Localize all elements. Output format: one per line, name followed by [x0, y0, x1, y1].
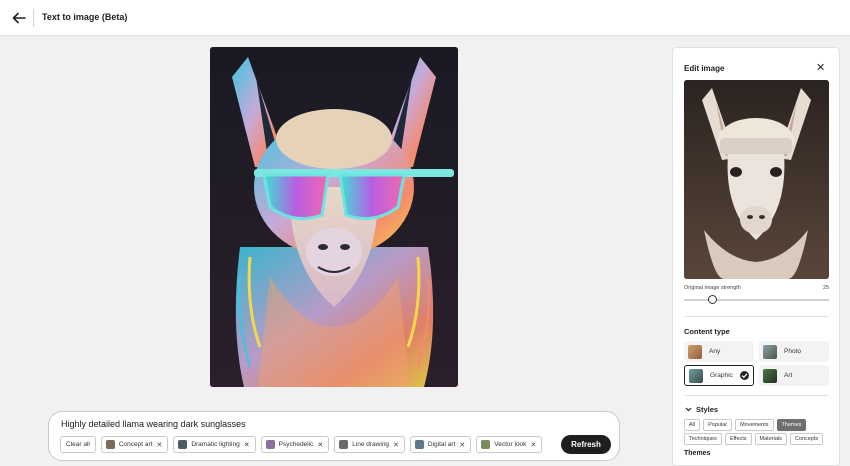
chip-concept-art[interactable]: Concept art ✕ [100, 436, 169, 453]
prompt-bar[interactable]: Highly detailed llama wearing dark sungl… [48, 411, 620, 461]
dramatic-lighting-thumbnail [178, 440, 188, 449]
tab-all[interactable]: All [684, 419, 701, 431]
prompt-input[interactable]: Highly detailed llama wearing dark sungl… [61, 419, 246, 429]
content-type-label: Any [709, 348, 721, 355]
content-type-label: Art [784, 372, 793, 379]
styles-title: Styles [696, 405, 719, 414]
remove-icon[interactable]: ✕ [156, 441, 162, 449]
concept-art-thumbnail [105, 440, 115, 449]
generated-image[interactable] [210, 47, 458, 387]
vector-look-thumbnail [481, 440, 491, 449]
close-icon[interactable]: ✕ [816, 61, 825, 74]
tab-effects[interactable]: Effects [724, 433, 752, 445]
any-thumbnail [688, 344, 702, 359]
content-type-graphic[interactable]: Graphic [684, 365, 754, 386]
chip-label: Dramatic lighting [191, 441, 240, 448]
remove-icon[interactable]: ✕ [244, 441, 250, 449]
remove-icon[interactable]: ✕ [393, 441, 399, 449]
style-tabs-row-1: All Popular Movements Themes [684, 419, 807, 431]
content-type-any[interactable]: Any [684, 341, 754, 362]
themes-section-title: Themes [684, 450, 711, 457]
chip-label: Vector look [494, 441, 527, 448]
tab-materials[interactable]: Materials [754, 433, 787, 445]
photo-thumbnail [763, 344, 777, 359]
psychedelic-thumbnail [265, 440, 275, 449]
line-drawing-thumbnail [339, 440, 349, 449]
top-bar: Text to image (Beta) [0, 0, 850, 36]
reference-image[interactable] [684, 80, 829, 279]
digital-art-thumbnail [414, 440, 424, 449]
chip-psychedelic[interactable]: Psychedelic ✕ [260, 436, 330, 453]
chevron-down-icon [685, 407, 692, 412]
chip-line-drawing[interactable]: Line drawing ✕ [334, 436, 405, 453]
content-type-photo[interactable]: Photo [759, 341, 829, 362]
checkmark-icon [740, 371, 749, 380]
header-divider [33, 9, 34, 27]
back-arrow-icon[interactable] [10, 9, 28, 27]
tab-themes[interactable]: Themes [776, 419, 807, 431]
strength-value: 25 [823, 285, 830, 291]
llama-graphic-illustration [210, 47, 458, 387]
remove-icon[interactable]: ✕ [530, 441, 536, 449]
remove-icon[interactable]: ✕ [317, 441, 323, 449]
chip-dramatic-lighting[interactable]: Dramatic lighting ✕ [173, 436, 256, 453]
graphic-thumbnail [689, 368, 703, 383]
remove-icon[interactable]: ✕ [459, 441, 465, 449]
edit-image-panel: Edit image ✕ Original image strength 25 … [672, 47, 840, 466]
content-type-title: Content type [684, 327, 730, 336]
style-chips: Clear all Concept art ✕ Dramatic lightin… [60, 436, 543, 453]
tab-techniques[interactable]: Techniques [684, 433, 722, 445]
tab-movements[interactable]: Movements [735, 419, 774, 431]
canvas-area: Highly detailed llama wearing dark sungl… [0, 37, 670, 466]
page-title: Text to image (Beta) [42, 12, 128, 22]
strength-label: Original image strength [684, 285, 741, 291]
divider [684, 316, 829, 317]
llama-photo-illustration [684, 80, 829, 279]
content-type-label: Graphic [710, 372, 733, 379]
style-tabs-row-2: Techniques Effects Materials Concepts [684, 433, 824, 445]
panel-title: Edit image [684, 64, 725, 73]
strength-slider-track[interactable] [684, 299, 829, 301]
tab-popular[interactable]: Popular [703, 419, 733, 431]
art-thumbnail [763, 368, 777, 383]
clear-all-label: Clear all [66, 441, 90, 448]
chip-label: Line drawing [352, 441, 390, 448]
chip-label: Concept art [118, 441, 153, 448]
chip-vector-look[interactable]: Vector look ✕ [476, 436, 543, 453]
chip-label: Psychedelic [278, 441, 314, 448]
divider [684, 395, 829, 396]
strength-slider-thumb[interactable] [708, 295, 717, 304]
tab-concepts[interactable]: Concepts [789, 433, 824, 445]
refresh-button[interactable]: Refresh [561, 435, 611, 454]
content-type-art[interactable]: Art [759, 365, 829, 386]
chip-digital-art[interactable]: Digital art ✕ [409, 436, 472, 453]
chip-label: Digital art [427, 441, 456, 448]
styles-toggle[interactable]: Styles [685, 405, 718, 414]
clear-all-button[interactable]: Clear all [60, 436, 96, 453]
content-type-label: Photo [784, 348, 801, 355]
